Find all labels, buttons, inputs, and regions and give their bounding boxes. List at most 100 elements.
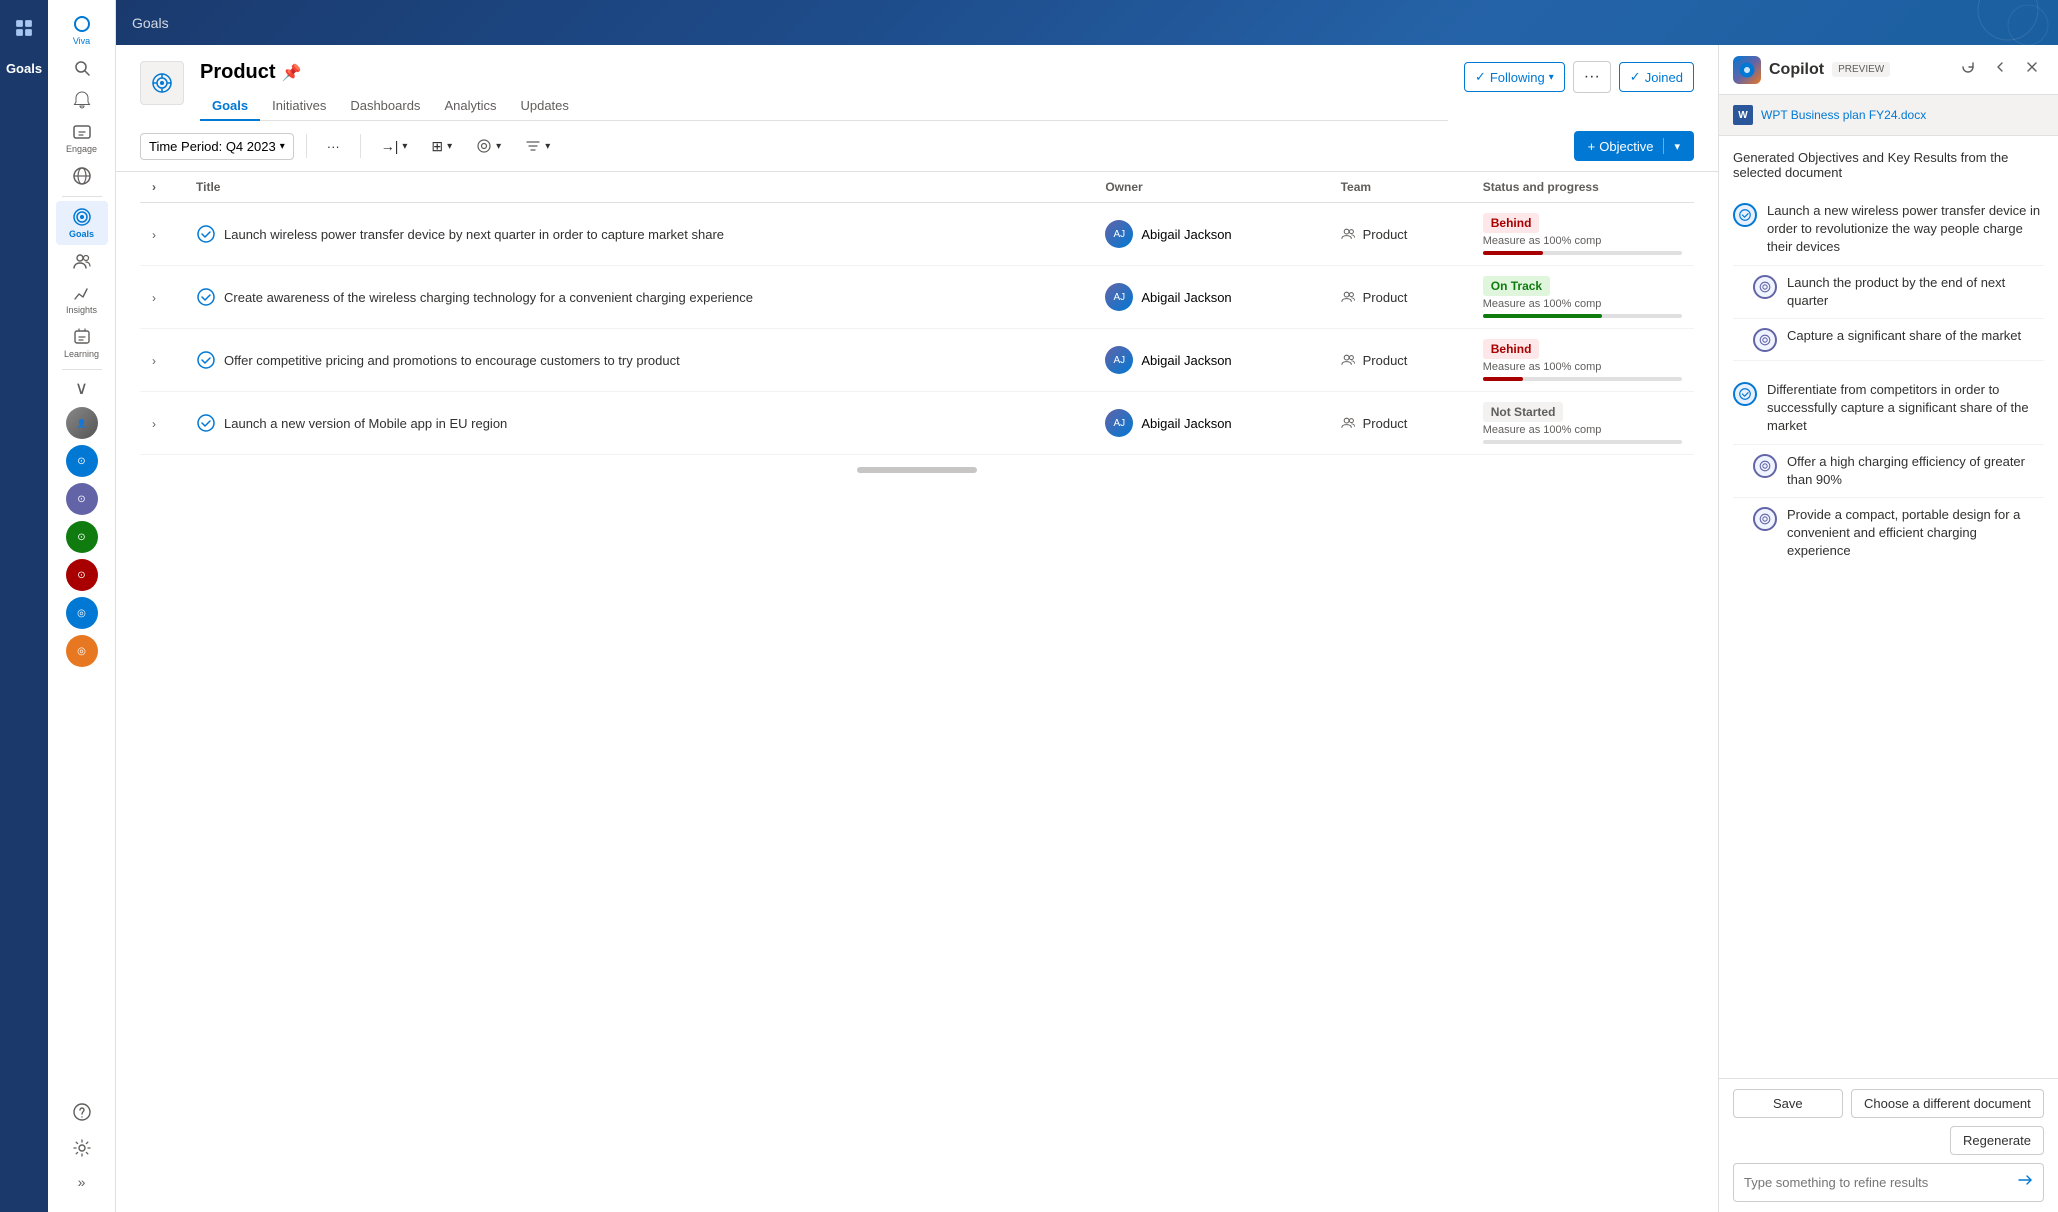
okr-4-text[interactable]: Differentiate from competitors in order … (1767, 381, 2044, 436)
sidebar-item-goals[interactable]: Goals (56, 201, 108, 245)
okr-2-icon (1753, 275, 1777, 299)
row-1-team: Product (1363, 227, 1408, 242)
row-1-avatar: AJ (1105, 220, 1133, 248)
copilot-header: Copilot PREVIEW (1719, 45, 2058, 95)
main-area: Goals Product 📌 Goals Initiatives (116, 0, 2058, 1212)
row-1-title[interactable]: Launch wireless power transfer device by… (224, 227, 724, 242)
sidebar-item-expand-all[interactable]: » (56, 1168, 108, 1196)
copilot-doc-name[interactable]: WPT Business plan FY24.docx (1761, 108, 1926, 122)
sidebar-item-learning[interactable]: Learning (56, 321, 108, 365)
sidebar-avatar-7[interactable]: ◎ (66, 635, 98, 667)
add-objective-plus-icon: + (1588, 139, 1596, 154)
sidebar-avatar-6[interactable]: ◎ (66, 597, 98, 629)
row-3-title[interactable]: Offer competitive pricing and promotions… (224, 353, 680, 368)
choose-doc-button[interactable]: Choose a different document (1851, 1089, 2044, 1118)
row-2-owner: Abigail Jackson (1141, 290, 1231, 305)
okr-item-4: Differentiate from competitors in order … (1733, 373, 2044, 445)
sidebar-item-viva[interactable]: Viva (56, 8, 108, 52)
copilot-back-btn[interactable] (1988, 55, 2012, 84)
joined-button[interactable]: ✓ Joined (1619, 62, 1694, 92)
okr-5-text[interactable]: Offer a high charging efficiency of grea… (1787, 453, 2044, 489)
copilot-close-btn[interactable] (2020, 55, 2044, 84)
okr-2-text[interactable]: Launch the product by the end of next qu… (1787, 274, 2044, 310)
row-4-measure: Measure as 100% comp (1483, 424, 1682, 436)
scroll-indicator (140, 455, 1694, 485)
toolbar: Time Period: Q4 2023 ▾ ··· →| ▾ ⊞ ▾ (116, 121, 1718, 172)
tab-updates[interactable]: Updates (508, 92, 580, 121)
view-filter-btn[interactable]: ▾ (468, 133, 509, 159)
send-button[interactable] (2017, 1172, 2033, 1193)
okr-3-text[interactable]: Capture a significant share of the marke… (1787, 327, 2021, 345)
sidebar-item-help[interactable] (56, 1096, 108, 1128)
sidebar-expand-btn[interactable]: ∨ (71, 374, 92, 403)
sidebar-item-settings[interactable] (56, 1132, 108, 1164)
regenerate-button[interactable]: Regenerate (1950, 1126, 2044, 1155)
col-status: Status and progress (1471, 172, 1694, 203)
more-options-btn[interactable]: ··· (319, 134, 348, 159)
sidebar-item-engage[interactable]: Engage (56, 116, 108, 160)
time-period-dropdown[interactable]: Time Period: Q4 2023 ▾ (140, 133, 294, 160)
sidebar-item-people[interactable] (56, 245, 108, 277)
copilot-refresh-btn[interactable] (1956, 55, 1980, 84)
row-1-title-cell: Launch wireless power transfer device by… (184, 203, 1093, 266)
sidebar-avatar-4[interactable]: ⊙ (66, 521, 98, 553)
row-3-expand-icon[interactable]: › (152, 354, 156, 368)
team-2-icon (1341, 289, 1357, 305)
tab-initiatives[interactable]: Initiatives (260, 92, 338, 121)
sidebar-item-explore[interactable] (56, 160, 108, 192)
okr-1-icon (1733, 203, 1757, 227)
team-3-icon (1341, 352, 1357, 368)
row-1-expand-icon[interactable]: › (152, 228, 156, 242)
row-1-measure: Measure as 100% comp (1483, 235, 1682, 247)
row-4-status-badge: Not Started (1483, 402, 1564, 422)
tab-analytics[interactable]: Analytics (432, 92, 508, 121)
row-2-team-cell: Product (1329, 266, 1471, 329)
chat-input[interactable] (1744, 1175, 2009, 1190)
row-2-expand-icon[interactable]: › (152, 291, 156, 305)
okr-1-text[interactable]: Launch a new wireless power transfer dev… (1767, 202, 2044, 257)
copilot-header-actions (1956, 55, 2044, 84)
okr-item-1: Launch a new wireless power transfer dev… (1733, 194, 2044, 266)
filter-chevron-icon: ▾ (496, 141, 501, 152)
row-4-title[interactable]: Launch a new version of Mobile app in EU… (224, 416, 507, 431)
banner-app-name: Goals (132, 15, 169, 31)
expand-all-btn[interactable]: › (152, 180, 156, 194)
add-objective-button[interactable]: + Objective ▾ (1574, 131, 1694, 161)
following-button[interactable]: ✓ Following ▾ (1464, 62, 1565, 92)
apps-icon[interactable] (6, 10, 42, 46)
scroll-thumb[interactable] (857, 467, 977, 473)
sidebar-avatar-5[interactable]: ⊙ (66, 559, 98, 591)
row-expand-cell-1: › (140, 203, 184, 266)
sidebar-avatar-3[interactable]: ⊙ (66, 483, 98, 515)
joined-check-icon: ✓ (1630, 69, 1641, 85)
following-check-icon: ✓ (1475, 69, 1486, 85)
goal-1-icon (196, 224, 216, 244)
view-grid-btn[interactable]: ⊞ ▾ (423, 133, 460, 160)
view-list-btn[interactable]: →| ▾ (373, 133, 416, 159)
sidebar-avatar-2[interactable]: ⊙ (66, 445, 98, 477)
okr-spacer (1733, 361, 2044, 373)
sidebar-item-insights[interactable]: Insights (56, 277, 108, 321)
regenerate-row: Regenerate (1733, 1126, 2044, 1155)
tab-goals[interactable]: Goals (200, 92, 260, 121)
copilot-logo-icon (1733, 56, 1761, 84)
tab-dashboards[interactable]: Dashboards (338, 92, 432, 121)
okr-section: Launch a new wireless power transfer dev… (1733, 194, 2044, 568)
row-4-owner: Abigail Jackson (1141, 416, 1231, 431)
sidebar-avatar-1[interactable]: 👤 (66, 407, 98, 439)
row-4-expand-icon[interactable]: › (152, 417, 156, 431)
more-button[interactable]: ··· (1573, 61, 1611, 93)
sidebar-item-notifications[interactable] (56, 84, 108, 116)
row-expand-cell-4: › (140, 392, 184, 455)
col-expand: › (140, 172, 184, 203)
save-button[interactable]: Save (1733, 1089, 1843, 1118)
copilot-body: Generated Objectives and Key Results fro… (1719, 136, 2058, 1078)
banner-title: Goals (6, 50, 42, 86)
sidebar-item-search[interactable] (56, 52, 108, 84)
row-3-title-cell: Offer competitive pricing and promotions… (184, 329, 1093, 392)
view-group-btn[interactable]: ▾ (517, 133, 558, 159)
okr-item-3: Capture a significant share of the marke… (1733, 319, 2044, 361)
row-2-title[interactable]: Create awareness of the wireless chargin… (224, 290, 753, 305)
row-2-measure: Measure as 100% comp (1483, 298, 1682, 310)
okr-6-text[interactable]: Provide a compact, portable design for a… (1787, 506, 2044, 561)
